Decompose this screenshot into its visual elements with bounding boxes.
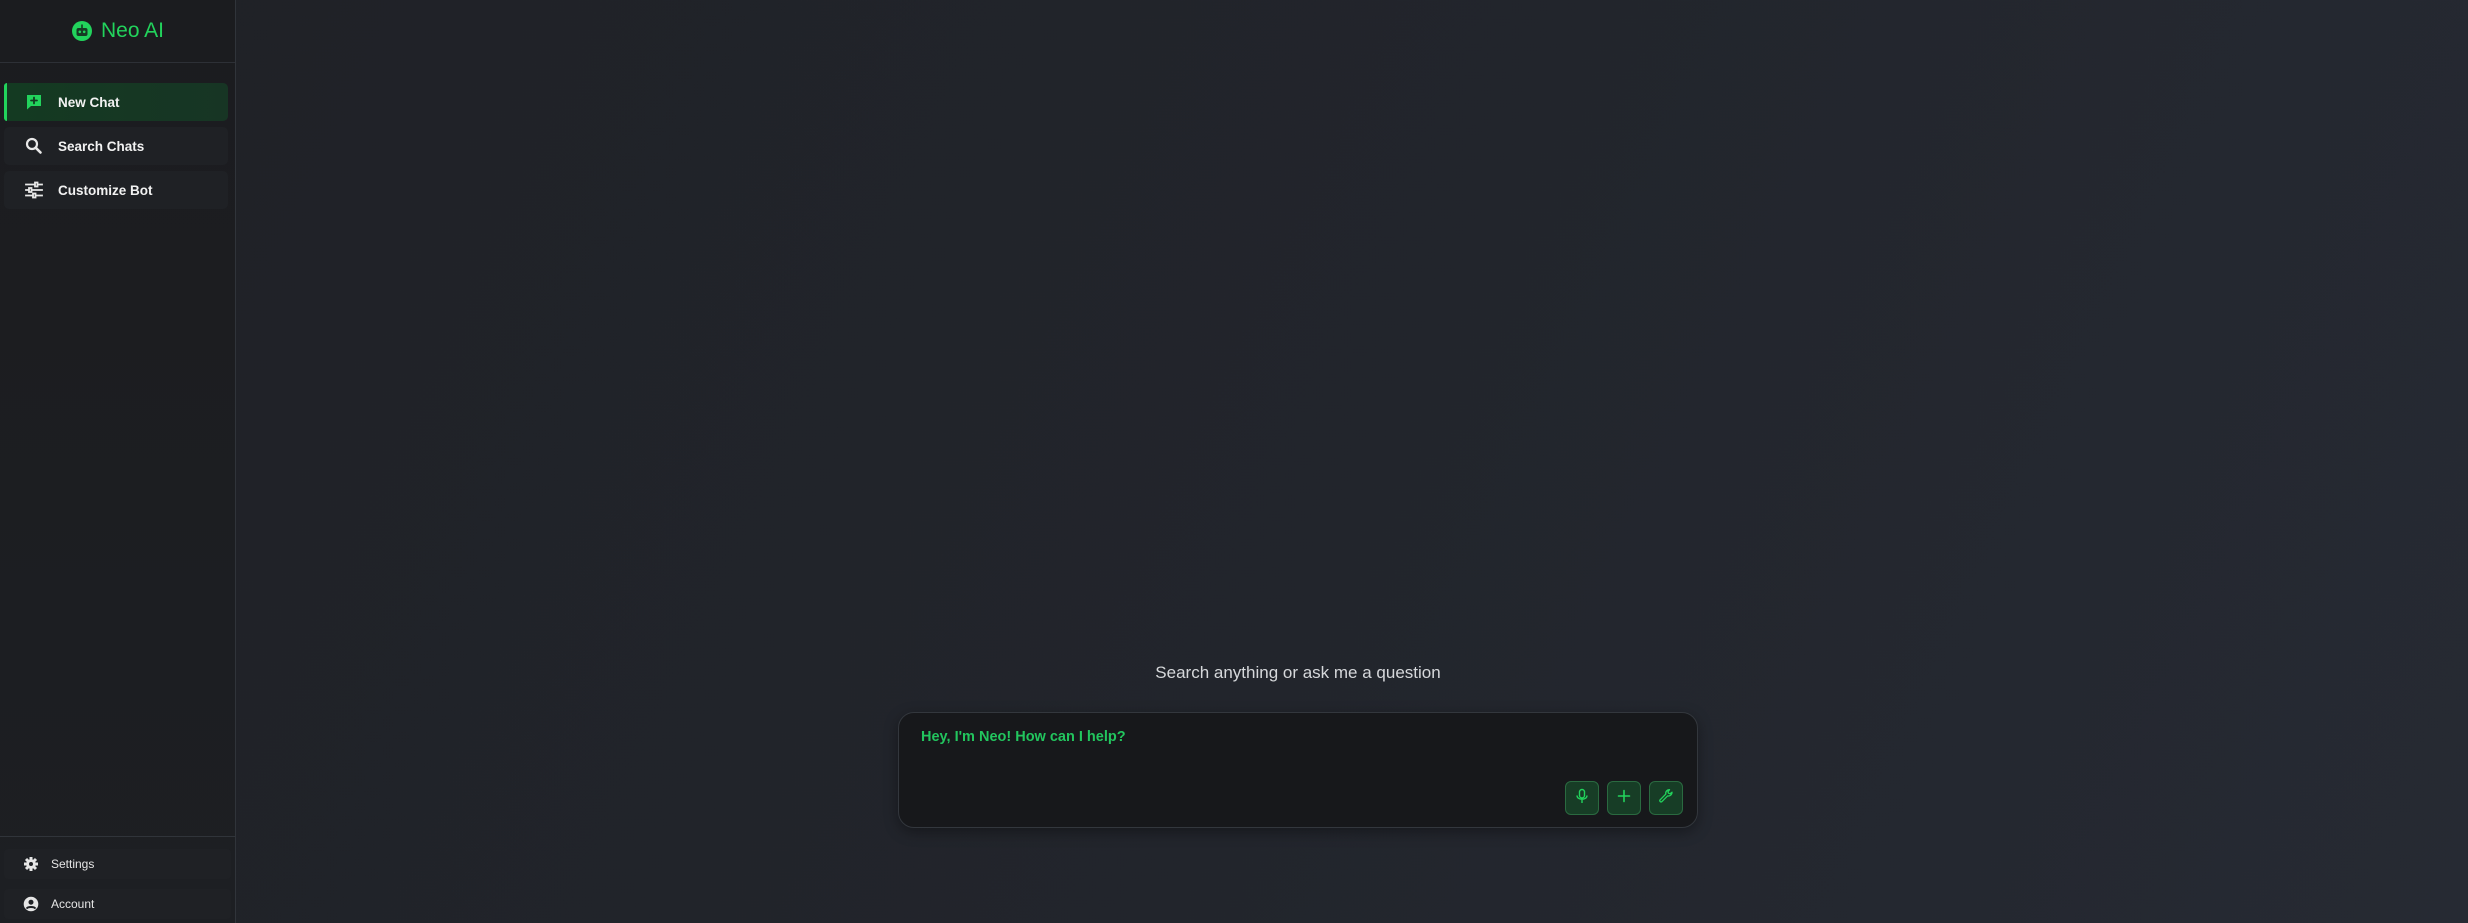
chat-composer [898,712,1698,828]
sidebar-item-label: Customize Bot [58,182,153,198]
plus-icon [1616,788,1632,809]
tools-button[interactable] [1649,781,1683,815]
gear-icon [23,856,39,872]
sidebar-item-label: Settings [51,857,95,871]
add-button[interactable] [1607,781,1641,815]
app-title: Neo AI [100,19,165,42]
microphone-button[interactable] [1565,781,1599,815]
sidebar-item-label: New Chat [58,94,120,110]
sidebar-item-label: Search Chats [58,138,145,154]
robot-icon [71,20,93,42]
sidebar-item-account[interactable]: Account [4,889,231,919]
sidebar-item-search-chats[interactable]: Search Chats [4,127,228,165]
sidebar: Neo AI New Chat Search Chats Customize B… [0,0,236,923]
sidebar-item-customize-bot[interactable]: Customize Bot [4,171,228,209]
wrench-icon [1658,788,1674,809]
sidebar-item-settings[interactable]: Settings [4,849,231,879]
sidebar-nav: New Chat Search Chats Customize Bot [4,83,228,215]
brand: Neo AI [0,0,235,63]
sidebar-item-label: Account [51,897,95,911]
prompt-heading: Search anything or ask me a question [1155,663,1441,682]
microphone-icon [1574,788,1590,809]
sliders-icon [24,180,44,200]
search-icon [24,136,44,156]
composer-tools [1565,781,1683,815]
account-icon [23,896,39,912]
new-chat-icon [24,92,44,112]
chat-input[interactable] [921,729,1641,745]
sidebar-footer: Settings Account [0,836,235,923]
sidebar-item-new-chat[interactable]: New Chat [4,83,228,121]
